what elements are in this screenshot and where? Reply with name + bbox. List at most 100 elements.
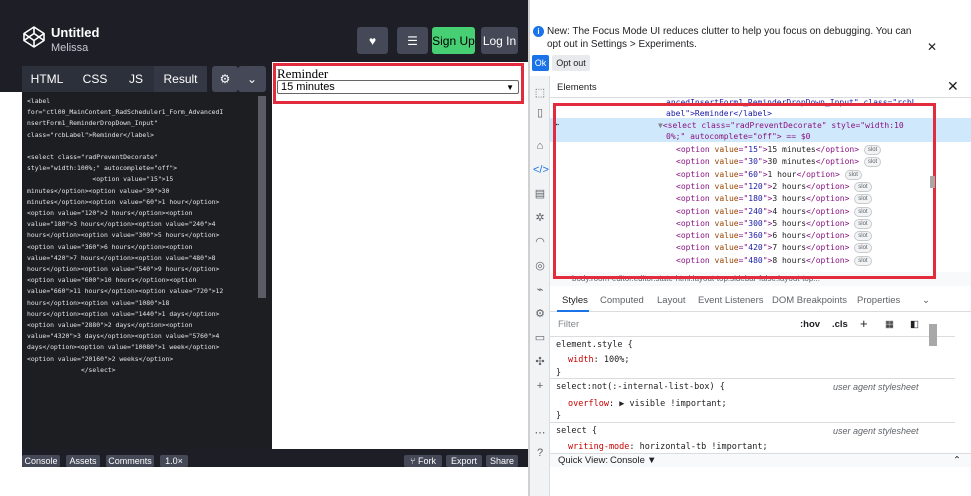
heart-button[interactable]: ♥	[357, 27, 388, 54]
code-line[interactable]: <option value="600">10 hours</option><op…	[27, 275, 259, 286]
add-tool-icon[interactable]: +	[533, 379, 547, 393]
code-line[interactable]: <label	[27, 96, 259, 107]
more-icon[interactable]: ⋯	[533, 426, 547, 440]
share-button[interactable]: Share	[486, 455, 518, 467]
rule-selector[interactable]: select {	[556, 426, 597, 436]
code-line[interactable]: <select class="radPreventDecorate"	[27, 152, 259, 163]
device-toolbar-icon[interactable]: ▯	[533, 106, 547, 120]
code-line[interactable]: value="180">3 hours</option><option valu…	[27, 219, 259, 230]
rule-declaration[interactable]: width: 100%;	[568, 355, 629, 365]
zoom-button[interactable]: 1.0×	[160, 455, 188, 467]
code-line[interactable]: value="420">7 hours</option><option valu…	[27, 253, 259, 264]
tab-dom-breakpoints[interactable]: DOM Breakpoints	[772, 295, 847, 306]
fork-button[interactable]: ⑂ Fork	[404, 455, 442, 467]
elements-code-icon[interactable]: </>	[533, 163, 549, 177]
rule-declaration[interactable]: writing-mode: horizontal-tb !important;	[568, 442, 768, 452]
help-icon[interactable]: ?	[533, 446, 547, 460]
console-button[interactable]: Console	[22, 455, 60, 467]
cls-toggle[interactable]: .cls	[832, 319, 848, 330]
paint-icon[interactable]: ▦	[885, 319, 894, 330]
codepen-logo-icon[interactable]	[22, 25, 46, 49]
code-line[interactable]: hours</option><option value="1080">18	[27, 298, 259, 309]
tab-styles[interactable]: Styles	[562, 295, 588, 306]
assets-button[interactable]: Assets	[66, 455, 100, 467]
chevron-down-icon[interactable]: ⌄	[238, 66, 266, 92]
code-line[interactable]: minutes</option><option value="30">30	[27, 186, 259, 197]
code-line[interactable]: <option value="120">2 hours</option><opt…	[27, 208, 259, 219]
styles-tabs: Styles Computed Layout Event Listeners D…	[550, 290, 971, 312]
chevron-down-icon[interactable]: ⌄	[922, 295, 930, 306]
pen-title[interactable]: Untitled	[51, 25, 99, 40]
tab-computed[interactable]: Computed	[600, 295, 644, 306]
performance-icon[interactable]: ⌁	[533, 283, 547, 297]
wifi-icon[interactable]: ◠	[533, 235, 547, 249]
quick-view-select[interactable]: Console	[610, 455, 645, 466]
elements-panel-title[interactable]: Elements	[557, 82, 597, 93]
code-line[interactable]: value="660">11 hours</option><option val…	[27, 286, 259, 297]
tab-layout[interactable]: Layout	[657, 295, 686, 306]
export-button[interactable]: Export	[446, 455, 482, 467]
gear-icon[interactable]: ⚙	[533, 307, 547, 321]
code-line[interactable]: <option value="15">15	[27, 174, 259, 185]
tree-scrollbar[interactable]	[930, 176, 935, 188]
bug-icon[interactable]: ✲	[533, 211, 547, 225]
close-icon[interactable]: ✕	[947, 78, 959, 95]
code-line[interactable]: style="width:100%;" autocomplete="off">	[27, 163, 259, 174]
tab-js[interactable]: JS	[118, 66, 154, 92]
inspect-element-icon[interactable]: ⬚	[533, 86, 547, 100]
new-rule-icon[interactable]: +	[860, 316, 868, 331]
quick-view-bar: Quick View: Console ▼ ⌃	[550, 453, 971, 467]
code-line[interactable]: hours</option><option value="1440">1 day…	[27, 309, 259, 320]
comments-button[interactable]: Comments	[106, 455, 154, 467]
tab-result[interactable]: Result	[154, 66, 207, 92]
code-line[interactable]: <option value="2880">2 days</option><opt…	[27, 320, 259, 331]
code-text[interactable]: <label for="ctl00_MainContent_RadSchedule…	[27, 96, 259, 376]
tree-highlight-box	[553, 103, 936, 279]
chevron-up-icon[interactable]: ⌃	[953, 455, 961, 466]
application-icon[interactable]: ▭	[533, 331, 547, 345]
rule-selector[interactable]: element.style {	[556, 340, 633, 350]
code-scrollbar[interactable]	[258, 96, 266, 298]
home-icon[interactable]: ⌂	[533, 139, 547, 153]
sidebar-toggle-icon[interactable]: ◧	[910, 319, 919, 330]
code-line[interactable]	[27, 141, 259, 152]
puzzle-icon[interactable]: ✣	[533, 355, 547, 369]
tab-css[interactable]: CSS	[72, 66, 118, 92]
code-line[interactable]: minutes</option><option value="60">1 hou…	[27, 197, 259, 208]
code-line[interactable]: value="4320">3 days</option><option valu…	[27, 331, 259, 342]
ok-button[interactable]: Ok	[532, 55, 549, 71]
code-line[interactable]: for="ctl00_MainContent_RadScheduler1_For…	[27, 107, 259, 118]
code-line[interactable]: <option value="360">6 hours</option><opt…	[27, 242, 259, 253]
rule-selector[interactable]: select:not(:-internal-list-box) {	[556, 382, 725, 392]
tab-properties[interactable]: Properties	[857, 295, 900, 306]
editor-tabs: HTML CSS JS Result ⚙ ⌄	[0, 62, 272, 92]
lightbulb-icon[interactable]: ◎	[533, 259, 547, 273]
pen-author[interactable]: Melissa	[51, 42, 88, 54]
sign-up-button[interactable]: Sign Up	[432, 27, 475, 54]
tab-html[interactable]: HTML	[22, 66, 72, 92]
tab-event-listeners[interactable]: Event Listeners	[698, 295, 763, 306]
styles-scrollbar[interactable]	[929, 324, 937, 346]
close-icon[interactable]: ✕	[927, 40, 937, 54]
devtools-activity-bar: ⬚ ▯ ⌂ </> ▤ ✲ ◠ ◎ ⌁ ⚙ ▭ ✣ + ⋯ ?	[530, 76, 550, 496]
code-line[interactable]: hours</option><option value="540">9 hour…	[27, 264, 259, 275]
opt-out-button[interactable]: Opt out	[552, 55, 590, 71]
rule-declaration[interactable]: overflow: ▶ visible !important;	[568, 399, 727, 409]
chevron-down-icon[interactable]: ▼	[647, 455, 656, 466]
code-line[interactable]: nsertForm1_ReminderDropDown_Input"	[27, 118, 259, 129]
quick-view-label: Quick View:	[558, 455, 608, 466]
change-view-button[interactable]: ☰	[397, 27, 428, 54]
code-line[interactable]: days</option><option value="10080">1 wee…	[27, 342, 259, 353]
code-line[interactable]: hours</option><option value="300">5 hour…	[27, 230, 259, 241]
styles-filter-input[interactable]: Filter	[558, 319, 579, 330]
code-line[interactable]: </select>	[27, 365, 259, 376]
code-line[interactable]: <option value="20160">2 weeks</option>	[27, 354, 259, 365]
result-highlight-box	[273, 63, 524, 104]
html-code-editor[interactable]: <label for="ctl00_MainContent_RadSchedule…	[22, 92, 272, 449]
console-icon[interactable]: ▤	[533, 187, 547, 201]
hov-toggle[interactable]: :hov	[800, 319, 820, 330]
rule-source: user agent stylesheet	[833, 382, 919, 392]
log-in-button[interactable]: Log In	[481, 27, 518, 54]
code-line[interactable]: class="rcbLabel">Reminder</label>	[27, 130, 259, 141]
gear-icon[interactable]: ⚙	[212, 66, 238, 92]
